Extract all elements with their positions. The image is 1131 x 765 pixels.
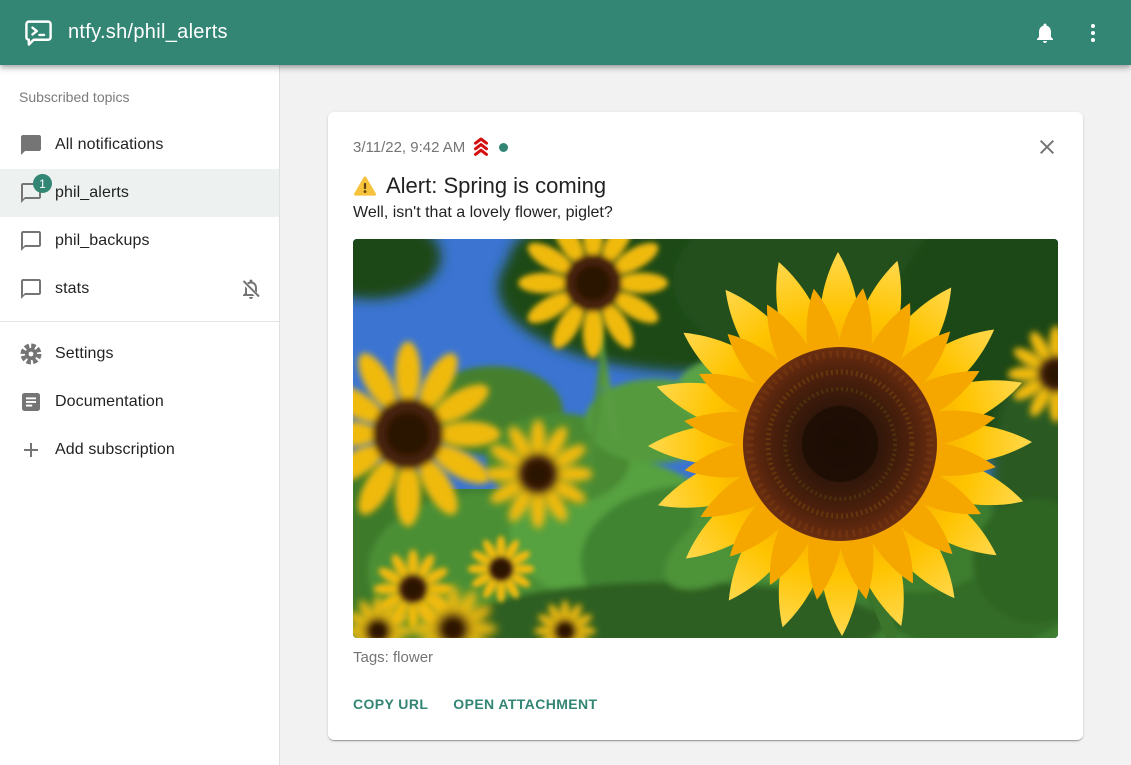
notification-title-row: Alert: Spring is coming (353, 173, 1058, 199)
sidebar-item-label: stats (55, 280, 239, 298)
notification-card: 3/11/22, 9:42 AM (328, 112, 1083, 740)
sidebar-divider (0, 321, 279, 322)
warning-emoji-icon (353, 175, 377, 198)
unread-badge: 1 (33, 174, 52, 193)
sidebar-item-label: phil_alerts (55, 184, 263, 202)
notification-body: Well, isn't that a lovely flower, piglet… (353, 204, 1058, 222)
copy-url-button[interactable]: COPY URL (353, 690, 428, 718)
sidebar-item-stats[interactable]: stats (0, 265, 279, 313)
notification-timestamp: 3/11/22, 9:42 AM (353, 139, 465, 156)
sidebar-item-phil-backups[interactable]: phil_backups (0, 217, 279, 265)
close-icon (1035, 135, 1059, 159)
close-notification-button[interactable] (1030, 130, 1064, 164)
notification-tags: Tags: flower (353, 649, 1058, 666)
notifications-bell-button[interactable] (1021, 9, 1069, 57)
sidebar-item-phil-alerts[interactable]: 1 phil_alerts (0, 169, 279, 217)
sidebar-item-label: All notifications (55, 136, 263, 154)
new-indicator-dot (499, 143, 508, 152)
ntfy-terminal-logo-icon (24, 18, 53, 47)
sidebar-item-settings[interactable]: Settings (0, 330, 279, 378)
attachment-image[interactable] (353, 239, 1058, 638)
chat-filled-icon (19, 133, 43, 157)
sidebar: Subscribed topics All notifications 1 ph… (0, 65, 280, 765)
sidebar-item-label: Documentation (55, 393, 263, 411)
plus-icon (19, 438, 43, 462)
overflow-menu-button[interactable] (1069, 9, 1117, 57)
notification-header: 3/11/22, 9:42 AM (353, 134, 1058, 164)
notification-title: Alert: Spring is coming (386, 173, 606, 199)
chat-outline-icon: 1 (19, 181, 43, 205)
kebab-menu-icon (1081, 21, 1105, 45)
document-icon (19, 390, 43, 414)
muted-bell-icon (239, 277, 263, 301)
sidebar-item-label: Add subscription (55, 441, 263, 459)
notification-actions: COPY URL OPEN ATTACHMENT (353, 690, 1058, 724)
bell-icon (1033, 21, 1057, 45)
app-bar: ntfy.sh/phil_alerts (0, 0, 1131, 65)
sidebar-item-label: phil_backups (55, 232, 263, 250)
gear-icon (19, 342, 43, 366)
subscribed-topics-header: Subscribed topics (0, 73, 279, 121)
notification-meta: 3/11/22, 9:42 AM (353, 134, 508, 157)
priority-max-icon (470, 137, 492, 157)
sidebar-item-documentation[interactable]: Documentation (0, 378, 279, 426)
chat-outline-icon (19, 229, 43, 253)
chat-outline-icon (19, 277, 43, 301)
sidebar-item-add-subscription[interactable]: Add subscription (0, 426, 279, 474)
main-content: 3/11/22, 9:42 AM (280, 65, 1131, 765)
sidebar-item-label: Settings (55, 345, 263, 363)
app-title: ntfy.sh/phil_alerts (68, 21, 228, 44)
sidebar-item-all-notifications[interactable]: All notifications (0, 121, 279, 169)
open-attachment-button[interactable]: OPEN ATTACHMENT (453, 690, 597, 718)
